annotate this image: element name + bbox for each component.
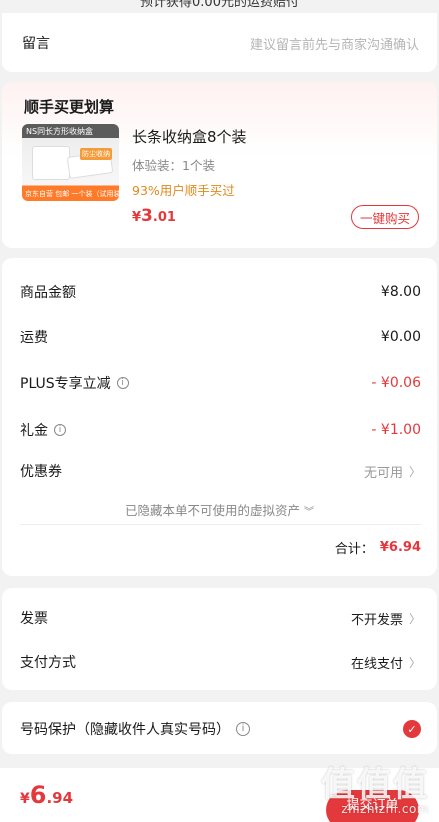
hidden-assets-toggle[interactable]: 已隐藏本单不可使用的虚拟资产 ︾ [0, 500, 439, 519]
price-int: 3 [141, 206, 153, 226]
gift-money-label: 礼金 [20, 423, 48, 439]
chevron-right-icon: 〉 [408, 611, 421, 626]
payment-value: 在线支付 [350, 656, 403, 672]
coupon-label: 优惠券 [20, 464, 62, 480]
plus-discount-value: - ¥0.06 [371, 375, 421, 391]
cost-card [2, 258, 437, 576]
shipping-value: ¥0.00 [380, 329, 421, 345]
message-label: 留言 [22, 36, 50, 52]
bundle-price: ¥3.01 [132, 206, 176, 226]
total-label: 合计： [334, 542, 374, 557]
product-image-shape [32, 146, 70, 180]
info-icon[interactable]: i [54, 424, 66, 436]
bundle-product-spec: 体验装：1个装 [132, 158, 215, 173]
privacy-checkbox[interactable]: ✓ [403, 720, 421, 738]
message-card: 留言 建议留言前先与商家沟通确认 [2, 13, 437, 72]
shipping-label: 运费 [20, 330, 48, 346]
chevron-right-icon: 〉 [408, 655, 421, 670]
bundle-title: 顺手买更划算 [24, 98, 115, 116]
price-symbol: ¥ [132, 210, 142, 225]
payment-row[interactable]: 支付方式 在线支付〉 [20, 652, 421, 672]
coupon-row[interactable]: 优惠券 无可用〉 [20, 461, 421, 481]
total-value: ¥6.94 [379, 540, 421, 555]
invoice-payment-card [2, 588, 437, 690]
info-icon[interactable]: i [236, 722, 250, 736]
watermark-glyphs: 值值值 [321, 765, 429, 805]
bundle-card: 顺手买更划算 NS同长方形收纳盒 防尘收纳 京东自营 包邮 一个装（试用装） 长… [2, 82, 437, 248]
price-dec: .01 [152, 210, 176, 225]
footer-int: 6 [29, 781, 47, 809]
chevron-right-icon: 〉 [408, 464, 421, 479]
message-input[interactable]: 建议留言前先与商家沟通确认 [250, 34, 419, 53]
product-thumbnail[interactable]: NS同长方形收纳盒 防尘收纳 京东自营 包邮 一个装（试用装） [22, 124, 119, 201]
bottom-bar: ¥6.94 提交订单 值值值 zhizhizhi.com [0, 768, 439, 822]
payment-label: 支付方式 [20, 655, 76, 671]
site-watermark: 值值值 zhizhizhi.com [321, 768, 429, 816]
shipping-compensation-note: 预计获得0.00元的运费赔付 [140, 0, 299, 10]
privacy-label: 号码保护（隐藏收件人真实号码） [20, 722, 230, 738]
coupon-value: 无可用 [363, 465, 403, 481]
chevron-down-icon: ︾ [304, 507, 314, 518]
info-icon[interactable]: i [116, 377, 129, 389]
gift-money-value: - ¥1.00 [371, 422, 421, 438]
plus-discount-label: PLUS专享立减 [20, 376, 111, 392]
invoice-row[interactable]: 发票 不开发票〉 [20, 608, 421, 628]
footer-currency: ¥ [20, 791, 30, 807]
invoice-label: 发票 [20, 611, 48, 627]
invoice-value: 不开发票 [350, 612, 403, 628]
thumb-title: NS同长方形收纳盒 [26, 127, 94, 136]
bundle-product-name[interactable]: 长条收纳盒8个装 [132, 126, 247, 147]
footer-dec: .94 [46, 789, 74, 807]
one-click-buy-button[interactable]: 一键购买 [351, 205, 419, 229]
goods-amount-value: ¥8.00 [380, 284, 421, 300]
divider [20, 524, 421, 525]
hidden-assets-note: 已隐藏本单不可使用的虚拟资产 [125, 503, 301, 518]
bundle-buy-tip: 93%用户顺手买过 [132, 183, 235, 198]
goods-amount-label: 商品金额 [20, 285, 76, 301]
thumb-footer: 京东自营 包邮 一个装（试用装） [25, 190, 119, 198]
thumb-badge: 防尘收纳 [80, 148, 112, 160]
footer-total: ¥6.94 [20, 781, 73, 809]
